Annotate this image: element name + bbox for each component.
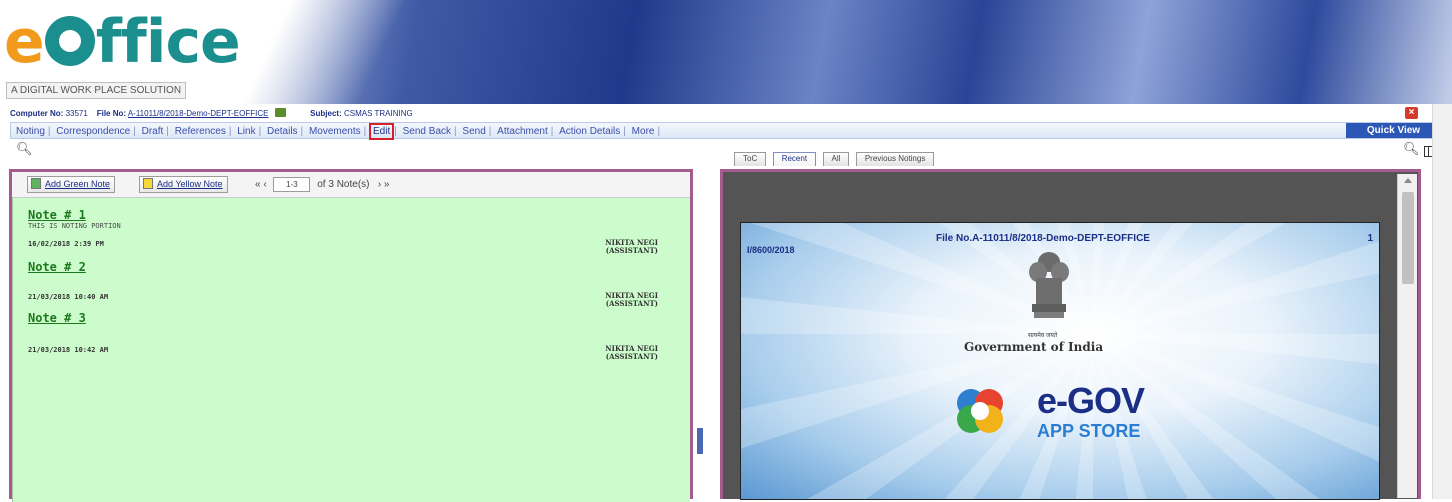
add-green-note-label: Add Green Note	[45, 179, 111, 189]
note-2-title[interactable]: Note # 2	[28, 260, 86, 274]
menu-items: Noting | Correspondence | Draft | Reference…	[13, 123, 660, 140]
green-note-icon	[31, 178, 41, 189]
menu-attachment[interactable]: Attachment	[494, 124, 551, 139]
note-3-role: (ASSISTANT)	[605, 352, 658, 361]
add-yellow-note-label: Add Yellow Note	[157, 179, 223, 189]
note-2-date: 21/03/2018 10:40 AM	[28, 293, 109, 301]
document-viewer-panel: File No.A-11011/8/2018-Demo-DEPT-EOFFICE…	[720, 169, 1421, 500]
menu-noting[interactable]: Noting	[13, 124, 48, 139]
file-icon[interactable]	[274, 108, 286, 117]
note-3-date: 21/03/2018 10:42 AM	[28, 346, 109, 354]
pager-first-prev[interactable]: « ‹	[255, 179, 267, 190]
egov-logo-icon	[957, 389, 1003, 433]
note-3-title[interactable]: Note # 3	[28, 311, 86, 325]
page-edge-strip	[1432, 104, 1452, 499]
note-1-subtitle: THIS IS NOTING PORTION	[28, 222, 121, 230]
document-reference: I/8600/2018	[747, 245, 795, 255]
document-file-no: File No.A-11011/8/2018-Demo-DEPT-EOFFICE	[936, 233, 1150, 244]
menu-more[interactable]: More	[629, 124, 658, 139]
egov-title: e-GOV	[1037, 380, 1145, 421]
file-info-bar: Computer No: 33571 File No: A-11011/8/20…	[10, 108, 1442, 120]
document-page-number: 1	[1367, 233, 1373, 244]
menu-send[interactable]: Send	[459, 124, 488, 139]
quick-view-button[interactable]: Quick View	[1346, 123, 1441, 138]
header-banner: e ffice A DIGITAL WORK PLACE SOLUTION	[0, 0, 1452, 104]
tab-all[interactable]: All	[822, 152, 850, 166]
menu-references[interactable]: References	[172, 124, 229, 139]
subject-value: CSMAS TRAINING	[343, 109, 413, 118]
add-green-note-button[interactable]: Add Green Note	[27, 176, 116, 193]
tab-recent[interactable]: Recent	[772, 152, 817, 166]
close-icon[interactable]: ×	[1405, 107, 1418, 119]
menu-movements[interactable]: Movements	[306, 124, 364, 139]
menu-edit[interactable]: Edit	[369, 123, 395, 140]
note-2-role: (ASSISTANT)	[605, 299, 658, 308]
pager-range-input[interactable]: 1-3	[273, 177, 311, 192]
document-viewport: File No.A-11011/8/2018-Demo-DEPT-EOFFICE…	[725, 174, 1395, 500]
note-1-role: (ASSISTANT)	[605, 246, 658, 255]
document-gov-title: Government of India	[964, 340, 1104, 354]
search-icon[interactable]: 🔍︎	[16, 141, 33, 157]
note-1-title[interactable]: Note # 1	[28, 208, 86, 222]
banner-background	[190, 0, 1452, 104]
menu-link[interactable]: Link	[234, 124, 258, 139]
subject-label: Subject:	[310, 109, 342, 118]
document-page: File No.A-11011/8/2018-Demo-DEPT-EOFFICE…	[740, 222, 1380, 500]
tagline: A DIGITAL WORK PLACE SOLUTION	[6, 82, 187, 99]
note-2-signature: NIKITA NEGI (ASSISTANT)	[568, 292, 658, 308]
note-1-signature: NIKITA NEGI (ASSISTANT)	[568, 239, 658, 255]
menu-send-back[interactable]: Send Back	[400, 124, 454, 139]
eoffice-logo: e ffice	[4, 7, 241, 77]
yellow-note-icon	[143, 178, 153, 189]
pager-total: of 3 Note(s)	[317, 179, 370, 190]
file-no-label: File No:	[96, 109, 127, 118]
menu-draft[interactable]: Draft	[139, 124, 167, 139]
emblem-caption: सत्यमेव जयते	[1028, 333, 1058, 339]
menu-details[interactable]: Details	[264, 124, 301, 139]
file-no-link[interactable]: A-11011/8/2018-Demo-DEPT-EOFFICE	[128, 109, 269, 118]
search-icon[interactable]: 🔍︎	[1403, 141, 1420, 157]
scroll-up-arrow-icon[interactable]	[1404, 178, 1412, 183]
menu-action-details[interactable]: Action Details	[556, 124, 623, 139]
document-scrollbar[interactable]	[1397, 174, 1417, 498]
note-pager: « ‹ 1-3 of 3 Note(s) › »	[255, 177, 390, 193]
computer-no-label: Computer No:	[10, 109, 64, 118]
add-yellow-note-button[interactable]: Add Yellow Note	[139, 176, 228, 193]
national-emblem-icon	[1029, 252, 1069, 318]
tab-toc[interactable]: ToC	[734, 152, 767, 166]
pager-next-last[interactable]: › »	[378, 179, 390, 190]
notes-list: Note # 1 THIS IS NOTING PORTION 16/02/20…	[12, 198, 690, 502]
menu-correspondence[interactable]: Correspondence	[53, 124, 133, 139]
menu-bar: Noting | Correspondence | Draft | Reference…	[10, 122, 1442, 140]
panel-splitter-handle[interactable]	[697, 428, 703, 454]
note-1-date: 16/02/2018 2:39 PM	[28, 240, 104, 248]
scroll-thumb[interactable]	[1402, 192, 1414, 284]
computer-no: 33571	[65, 109, 88, 118]
egov-subtitle: APP STORE	[1037, 421, 1141, 441]
noting-panel: Add Green Note Add Yellow Note « ‹ 1-3 o…	[9, 169, 693, 502]
tab-previous-notings[interactable]: Previous Notings	[855, 152, 935, 166]
document-tabs: ToC Recent All Previous Notings	[734, 148, 936, 166]
note-3-signature: NIKITA NEGI (ASSISTANT)	[568, 345, 658, 361]
noting-toolbar: Add Green Note Add Yellow Note « ‹ 1-3 o…	[12, 172, 690, 198]
